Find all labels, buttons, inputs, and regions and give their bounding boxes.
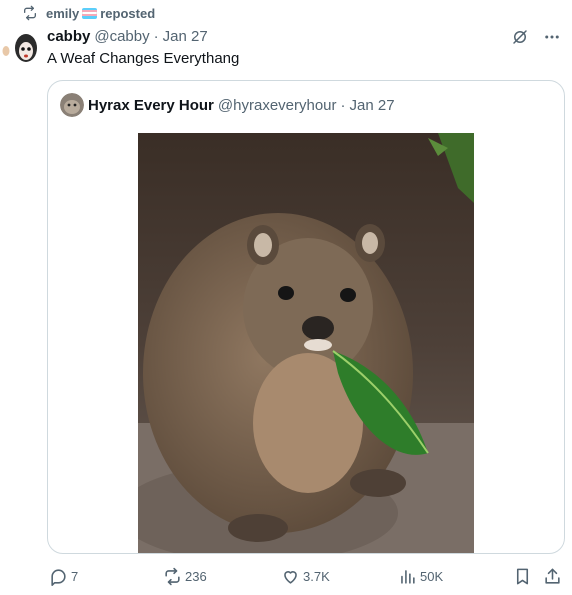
tweet-header: cabby @cabby · Jan 27 [47, 26, 208, 46]
repost-icon [163, 567, 182, 586]
analytics-icon [398, 567, 417, 586]
quoted-tweet-date[interactable]: Jan 27 [350, 97, 395, 114]
quoted-avatar[interactable] [60, 93, 84, 117]
bookmark-icon [513, 567, 532, 586]
reply-button[interactable]: 7 [49, 565, 78, 587]
like-count: 3.7K [303, 568, 330, 584]
reposted-label: reposted [100, 5, 156, 21]
like-button[interactable]: 3.7K [281, 565, 330, 587]
tweet-text: A Weaf Changes Everythang [47, 50, 240, 67]
quoted-author-handle[interactable]: @hyraxeveryhour [218, 97, 337, 114]
tweet-date[interactable]: Jan 27 [163, 28, 208, 45]
avatar[interactable] [2, 28, 42, 68]
top-actions [510, 27, 562, 47]
heart-icon [281, 567, 300, 586]
views-button[interactable]: 50K [398, 565, 443, 587]
repost-icon [22, 5, 38, 21]
quoted-separator: · [340, 96, 346, 114]
share-icon [543, 567, 562, 586]
trans-flag-icon [82, 7, 98, 19]
quoted-tweet[interactable]: Hyrax Every Hour @hyraxeveryhour · Jan 2… [47, 80, 565, 554]
action-bar: 7 236 3.7K 50K [47, 565, 565, 587]
reposter-name[interactable]: emily [46, 6, 79, 21]
quoted-author-name[interactable]: Hyrax Every Hour [88, 97, 214, 114]
share-button[interactable] [543, 565, 565, 587]
bookmark-button[interactable] [513, 565, 535, 587]
quoted-tweet-header: Hyrax Every Hour @hyraxeveryhour · Jan 2… [60, 93, 395, 117]
hyrax-photo[interactable] [118, 133, 474, 553]
reply-count: 7 [71, 568, 79, 584]
more-icon[interactable] [542, 27, 562, 47]
reply-icon [49, 567, 68, 586]
repost-context: emily reposted [22, 5, 155, 21]
author-handle[interactable]: @cabby [94, 28, 149, 45]
separator: · [153, 27, 159, 45]
repost-count: 236 [185, 568, 207, 584]
author-name[interactable]: cabby [47, 28, 90, 45]
repost-button[interactable]: 236 [163, 565, 207, 587]
view-count: 50K [420, 568, 444, 584]
grok-icon[interactable] [510, 27, 530, 47]
